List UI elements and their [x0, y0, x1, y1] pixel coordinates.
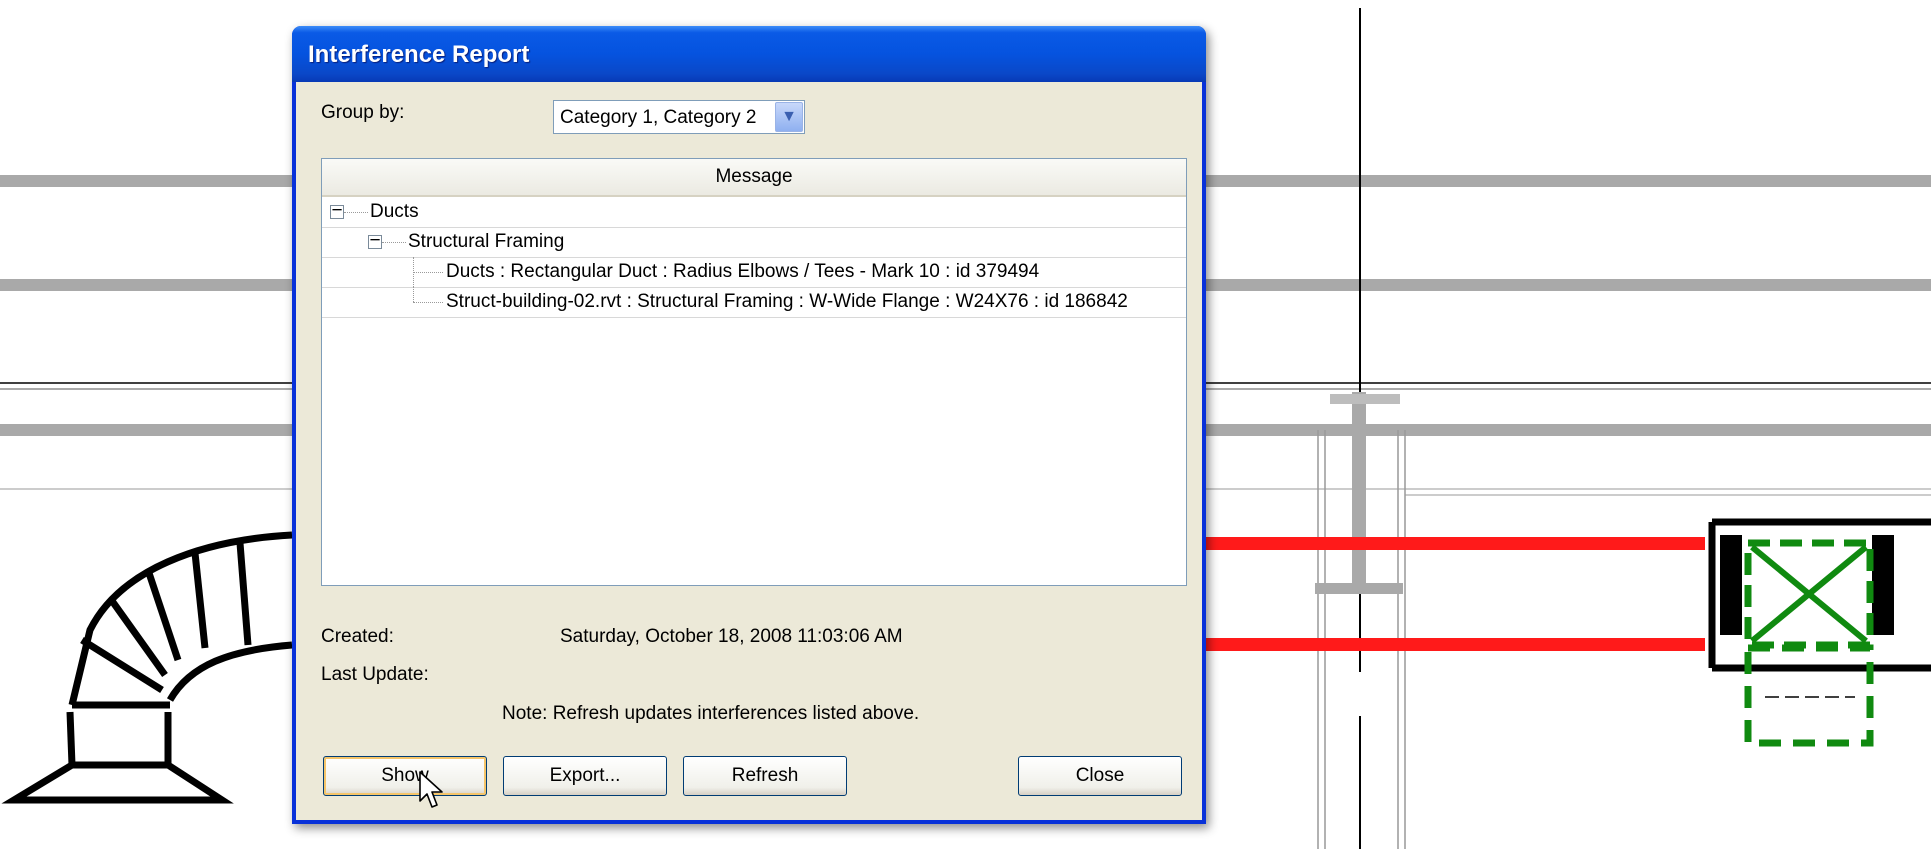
- close-button[interactable]: Close: [1018, 756, 1182, 796]
- created-value: Saturday, October 18, 2008 11:03:06 AM: [560, 626, 903, 647]
- tree-item[interactable]: Ducts : Rectangular Duct : Radius Elbows…: [322, 257, 1186, 288]
- tree-item[interactable]: Struct-building-02.rvt : Structural Fram…: [322, 287, 1186, 318]
- beam-flange: [1330, 394, 1400, 404]
- group-by-label: Group by:: [321, 102, 405, 123]
- tree-item-label: Ducts: [370, 201, 419, 222]
- tree-item[interactable]: − Structural Framing: [322, 227, 1186, 258]
- created-label: Created:: [321, 626, 394, 647]
- last-update-label: Last Update:: [321, 664, 429, 685]
- interference-report-dialog: Interference Report Group by: Category 1…: [292, 26, 1206, 824]
- duct-red-line: [1205, 638, 1705, 651]
- show-button[interactable]: Show: [323, 756, 487, 796]
- beam-flange: [1315, 583, 1403, 594]
- interference-tree[interactable]: Message − Ducts − Structural Framing Duc…: [321, 158, 1187, 586]
- refresh-button[interactable]: Refresh: [683, 756, 847, 796]
- chevron-down-icon[interactable]: ▼: [775, 102, 803, 132]
- duct-red-line: [1205, 537, 1705, 550]
- export-button[interactable]: Export...: [503, 756, 667, 796]
- refresh-note: Note: Refresh updates interferences list…: [502, 703, 920, 724]
- group-by-dropdown[interactable]: Category 1, Category 2 ▼: [553, 100, 805, 134]
- tree-item[interactable]: − Ducts: [322, 197, 1186, 228]
- duct-elbow: [1, 531, 293, 804]
- tree-item-label: Ducts : Rectangular Duct : Radius Elbows…: [446, 261, 1040, 282]
- selected-duct-outline: [1744, 644, 1874, 747]
- duct-end-flange: [1720, 535, 1742, 635]
- group-by-value: Category 1, Category 2: [560, 107, 757, 128]
- collapse-icon[interactable]: −: [368, 231, 382, 250]
- beam-web: [1352, 392, 1366, 587]
- duct-end-flange: [1872, 535, 1894, 635]
- tree-item-label: Struct-building-02.rvt : Structural Fram…: [446, 291, 1128, 312]
- dialog-titlebar[interactable]: Interference Report: [292, 26, 1206, 82]
- collapse-icon[interactable]: −: [330, 201, 344, 220]
- dialog-title: Interference Report: [308, 41, 530, 68]
- column-header-message[interactable]: Message: [322, 159, 1186, 197]
- tree-item-label: Structural Framing: [408, 231, 565, 252]
- mouse-cursor-icon: [419, 771, 443, 808]
